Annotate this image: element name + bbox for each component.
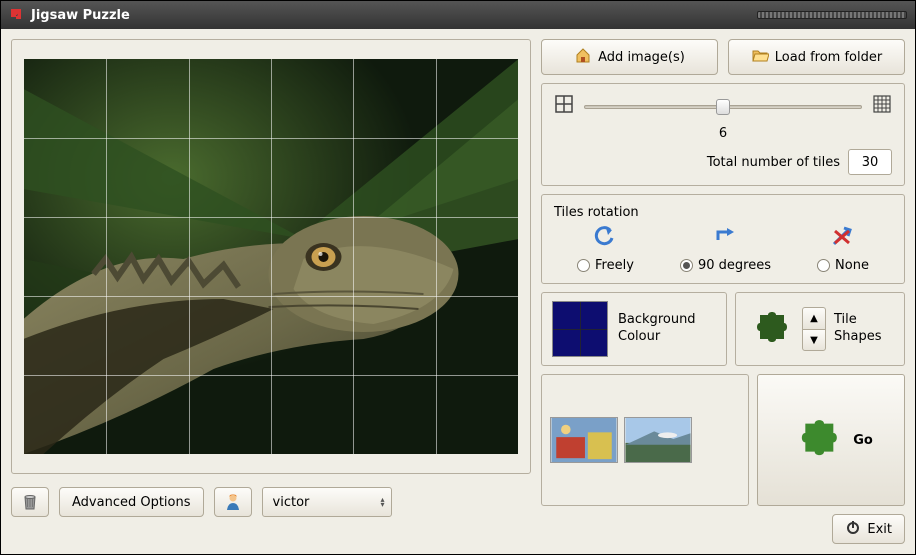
rotation-freely-option[interactable]: Freely xyxy=(577,258,634,273)
trash-button[interactable] xyxy=(11,487,49,517)
total-tiles-input[interactable] xyxy=(848,149,892,175)
folder-open-icon xyxy=(751,46,769,68)
shape-up-button[interactable]: ▲ xyxy=(802,307,826,329)
shape-down-button[interactable]: ▼ xyxy=(802,329,826,351)
titlebar-grip xyxy=(757,11,907,19)
top-buttons: Add image(s) Load from folder xyxy=(541,39,905,75)
app-window: Jigsaw Puzzle xyxy=(0,0,916,555)
window-title: Jigsaw Puzzle xyxy=(31,8,130,23)
load-folder-button[interactable]: Load from folder xyxy=(728,39,905,75)
home-plus-icon xyxy=(574,46,592,68)
app-icon xyxy=(9,7,25,23)
trash-icon xyxy=(21,493,39,511)
load-folder-label: Load from folder xyxy=(775,50,882,65)
exit-button[interactable]: Exit xyxy=(832,514,905,544)
total-tiles-label: Total number of tiles xyxy=(707,155,840,170)
rotate-none-icon xyxy=(830,226,856,252)
bgcolor-label: Background Colour xyxy=(618,312,698,346)
shapes-panel: ▲ ▼ Tile Shapes xyxy=(735,292,905,366)
go-puzzle-icon xyxy=(789,412,845,468)
user-dropdown[interactable]: victor ▴▾ xyxy=(262,487,392,517)
thumbnail-2[interactable] xyxy=(624,417,692,463)
left-column: Advanced Options victor ▴▾ xyxy=(11,39,531,544)
power-icon xyxy=(845,519,861,539)
tile-count-panel: 6 Total number of tiles xyxy=(541,83,905,186)
rotation-90-label: 90 degrees xyxy=(698,258,771,273)
preview-image xyxy=(24,59,518,454)
advanced-options-button[interactable]: Advanced Options xyxy=(59,487,204,517)
rotation-90-option[interactable]: 90 degrees xyxy=(680,258,771,273)
thumbnails-panel xyxy=(541,374,749,506)
bgcolor-swatch[interactable] xyxy=(552,301,608,357)
bgcolor-panel: Background Colour xyxy=(541,292,727,366)
content-area: Advanced Options victor ▴▾ xyxy=(1,29,915,554)
add-image-label: Add image(s) xyxy=(598,50,685,65)
rotation-none-option[interactable]: None xyxy=(817,258,869,273)
grid-small-icon xyxy=(554,94,574,118)
rotate-freely-icon xyxy=(592,226,618,252)
user-dropdown-value: victor xyxy=(273,495,310,510)
go-label: Go xyxy=(853,433,873,448)
tile-slider[interactable] xyxy=(584,97,862,115)
right-column: Add image(s) Load from folder xyxy=(541,39,905,544)
thumbnail-1[interactable] xyxy=(550,417,618,463)
titlebar[interactable]: Jigsaw Puzzle xyxy=(1,1,915,29)
rotation-none-label: None xyxy=(835,258,869,273)
shapes-label: Tile Shapes xyxy=(834,312,894,346)
user-icon-button[interactable] xyxy=(214,487,252,517)
rotate-90-icon xyxy=(712,226,738,252)
person-icon xyxy=(223,492,243,512)
exit-label: Exit xyxy=(867,522,892,537)
shape-stepper: ▲ ▼ xyxy=(802,307,826,351)
dropdown-caret-icon: ▴▾ xyxy=(381,497,385,507)
rotation-freely-label: Freely xyxy=(595,258,634,273)
preview-panel xyxy=(11,39,531,474)
slider-value: 6 xyxy=(582,126,864,141)
go-button[interactable]: Go xyxy=(757,374,905,506)
add-image-button[interactable]: Add image(s) xyxy=(541,39,718,75)
bottom-bar: Advanced Options victor ▴▾ xyxy=(11,484,531,520)
grid-large-icon xyxy=(872,94,892,118)
puzzle-piece-icon xyxy=(746,305,794,353)
advanced-options-label: Advanced Options xyxy=(72,495,191,510)
rotation-title: Tiles rotation xyxy=(554,205,892,220)
rotation-panel: Tiles rotation Freely xyxy=(541,194,905,284)
